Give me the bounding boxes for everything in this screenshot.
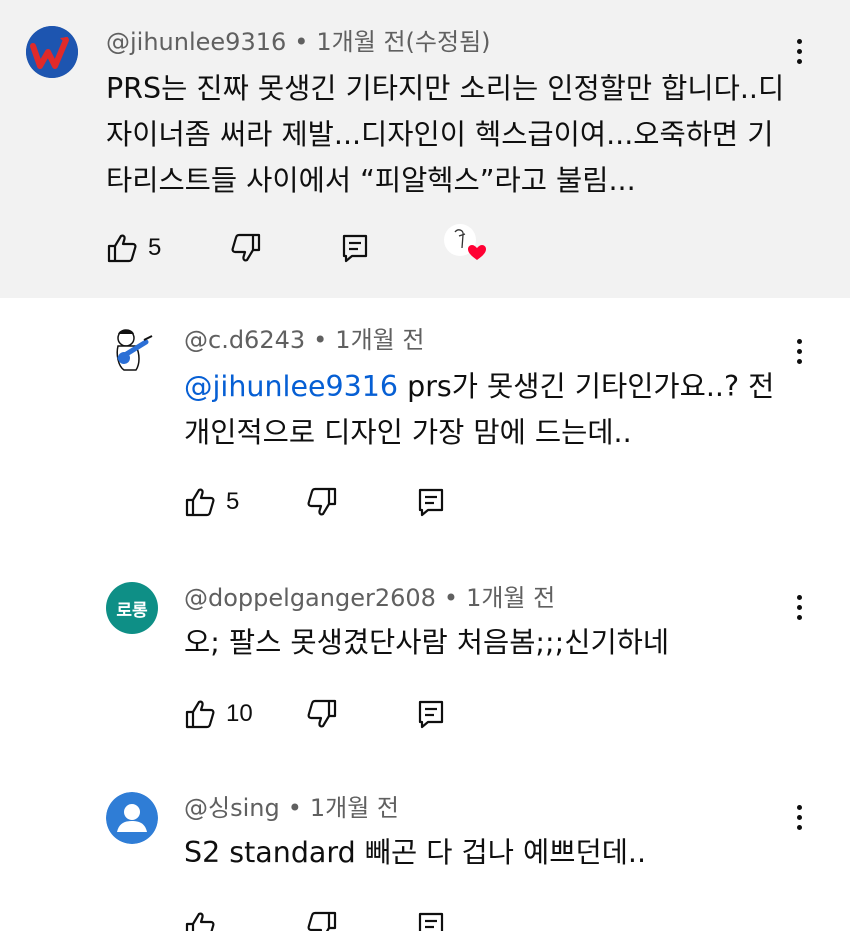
meta-separator: • [287,794,302,822]
comment-time: 1개월 전 [466,584,556,612]
comment-text-line: 타리스트들 사이에서 “피알헥스”라고 불림... [106,164,636,197]
comment-reply: @c.d6243 • 1개월 전 @jihunlee9316 prs가 못생긴 기타… [0,298,850,544]
creator-heart-icon [444,224,486,260]
avatar-jihunlee9316[interactable] [26,26,78,78]
thumbs-up-icon [185,488,215,517]
like-count: 5 [226,488,240,515]
dislike-button[interactable] [306,906,338,931]
like-count: 5 [148,234,162,261]
comment-item: @싱sing • 1개월 전 S2 standard 빼곤 다 겁나 예쁘던데.. [0,770,850,931]
reply-button[interactable] [416,906,446,931]
more-options-icon[interactable] [784,34,814,70]
comment-time: 1개월 전(수정됨) [316,28,491,56]
meta-separator: • [294,28,309,56]
comment-author[interactable]: @싱sing [184,794,280,822]
more-options-icon[interactable] [784,334,814,370]
dislike-button[interactable] [306,482,338,522]
comment-item: 로롱 @doppelganger2608 • 1개월 전 오; 팔스 못생겼단사람 … [0,544,850,770]
like-button[interactable] [184,906,216,931]
thumbs-up-icon [185,700,215,729]
comment-text-line: 개인적으로 디자인 가장 맘에 드는데.. [184,416,632,449]
comment-text: @jihunlee9316 prs가 못생긴 기타인가요..? 전 개인적으로 … [184,364,774,456]
comment-actions: 5 [106,224,506,268]
like-button[interactable]: 5 [184,482,239,522]
comment-author[interactable]: @c.d6243 [184,326,305,354]
default-person-icon [106,792,158,844]
reply-icon [418,912,444,931]
thumbs-down-icon [231,233,261,262]
more-options-icon[interactable] [784,800,814,836]
thumbs-up-icon [107,234,137,263]
more-options-icon[interactable] [784,590,814,626]
comment-text-line: @jihunlee9316 prs가 못생긴 기타인가요..? 전 [184,364,774,410]
comment-meta: @c.d6243 • 1개월 전 [184,324,424,356]
reply-icon [418,700,444,729]
thumbs-down-icon [307,487,337,516]
reply-button[interactable] [340,228,370,268]
dislike-button[interactable] [230,228,262,268]
trend-logo-icon [26,26,78,78]
avatar-text: 로롱 [116,600,148,621]
comment-text: 오; 팔스 못생겼단사람 처음봄;;;신기하네 [184,620,669,666]
comment-text-fragment: prs가 못생긴 기타인가요..? 전 [398,370,775,403]
comment-meta: @doppelganger2608 • 1개월 전 [184,582,555,614]
thumbs-down-icon [307,699,337,728]
reply-button[interactable] [416,694,446,734]
thumbs-up-icon [185,912,215,931]
comment-meta: @싱sing • 1개월 전 [184,792,399,824]
reply-icon [342,234,368,263]
avatar-sing[interactable] [106,792,158,844]
avatar-c-d6243[interactable] [106,324,158,376]
creator-heart[interactable] [442,224,490,264]
dislike-button[interactable] [306,694,338,734]
like-count: 10 [226,700,253,727]
comment-text-line: PRS는 진짜 못생긴 기타지만 소리는 인정할만 합니다..디 [106,72,785,105]
comment-actions [184,906,484,931]
comment-meta: @jihunlee9316 • 1개월 전(수정됨) [106,26,491,58]
guitar-cartoon-icon [106,324,158,376]
comment-text-line: S2 standard 빼곤 다 겁나 예쁘던데.. [184,836,647,869]
comment-time: 1개월 전 [335,326,425,354]
meta-separator: • [313,326,328,354]
comment-text-line: 자이너좀 써라 제발...디자인이 헥스급이여...오죽하면 기 [106,118,774,151]
like-button[interactable]: 10 [184,694,253,734]
comment-text-line: 오; 팔스 못생겼단사람 처음봄;;;신기하네 [184,626,670,659]
thumbs-down-icon [307,911,337,931]
comment-actions: 5 [184,482,484,522]
avatar-doppelganger2608[interactable]: 로롱 [106,582,158,634]
meta-separator: • [443,584,459,612]
comment-time: 1개월 전 [309,794,399,822]
reply-button[interactable] [416,482,446,522]
comment-actions: 10 [184,694,484,734]
comment-text: PRS는 진짜 못생긴 기타지만 소리는 인정할만 합니다..디 자이너좀 써라… [106,66,784,204]
reply-icon [418,488,444,517]
comment-text: S2 standard 빼곤 다 겁나 예쁘던데.. [184,830,646,876]
mention-link[interactable]: @jihunlee9316 [184,370,398,403]
comment-author[interactable]: @jihunlee9316 [106,28,286,56]
comment-author[interactable]: @doppelganger2608 [184,584,436,612]
comment-highlighted: @jihunlee9316 • 1개월 전(수정됨) PRS는 진짜 못생긴 기타지… [0,0,850,298]
like-button[interactable]: 5 [106,228,161,268]
